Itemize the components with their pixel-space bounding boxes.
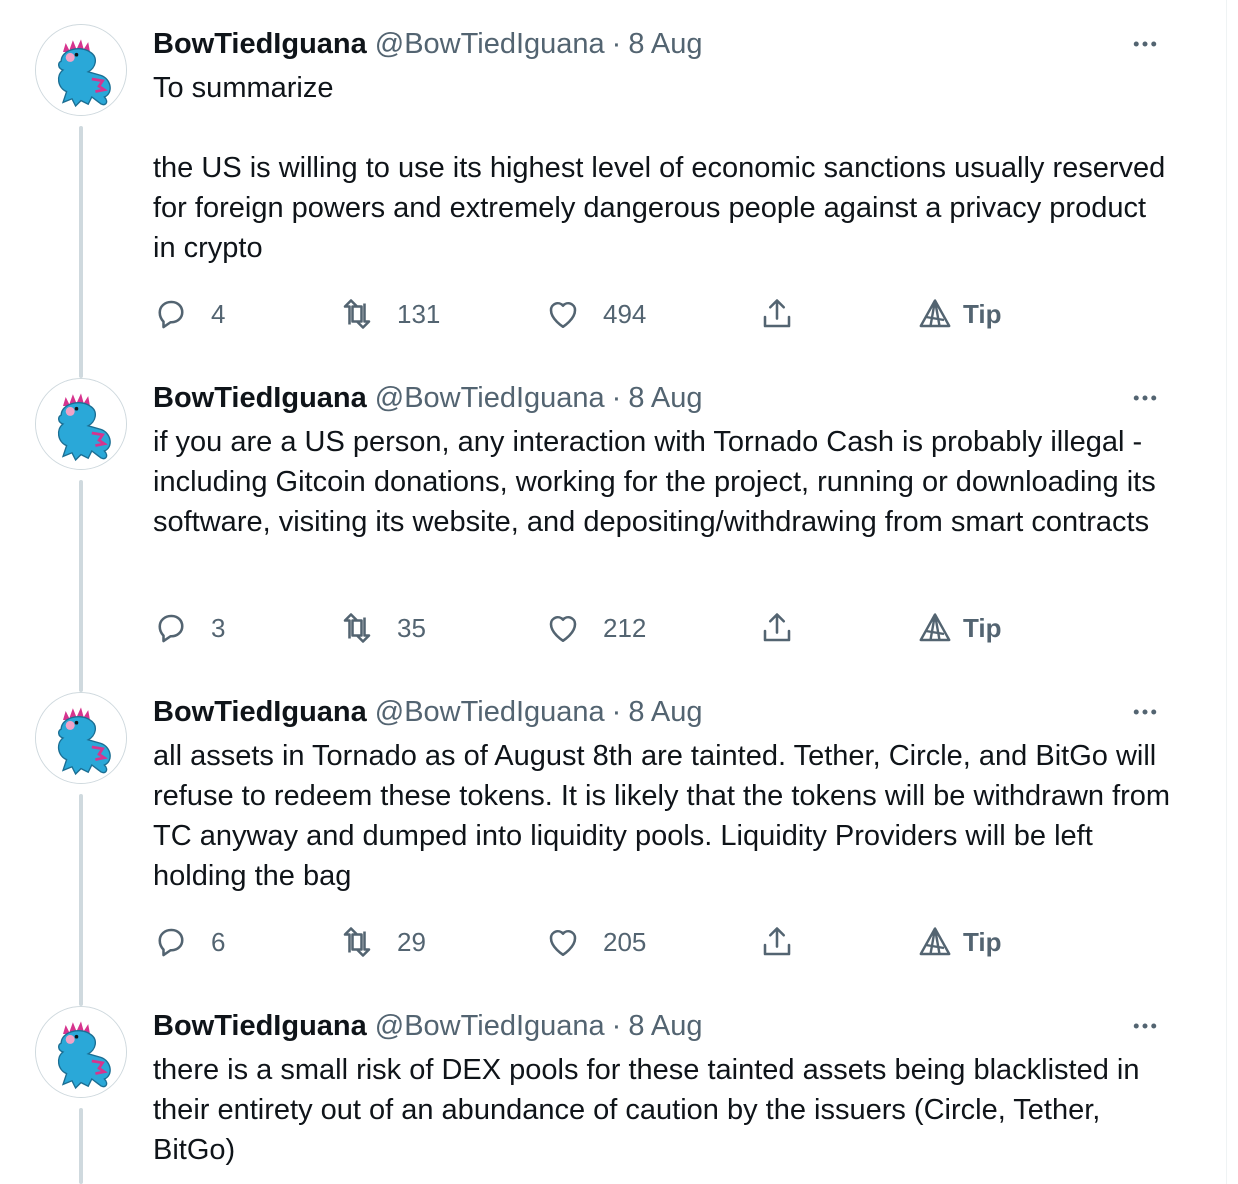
- tweet-text: there is a small risk of DEX pools for t…: [153, 1054, 1148, 1166]
- thread-line: [79, 480, 83, 692]
- tweet-text: all assets in Tornado as of August 8th a…: [153, 740, 1178, 892]
- reply-icon: [158, 300, 184, 329]
- author-handle[interactable]: @BowTiedIguana: [375, 696, 605, 729]
- separator: ·: [611, 695, 622, 728]
- tweet-header: BowTiedIguana @BowTiedIguana · 8 Aug: [153, 692, 703, 732]
- share-icon: [763, 299, 791, 328]
- author-handle[interactable]: @BowTiedIguana: [375, 1010, 605, 1043]
- tip-button[interactable]: Tip: [917, 922, 1002, 962]
- tweet-date[interactable]: 8 Aug: [628, 1010, 702, 1043]
- tweet-date[interactable]: 8 Aug: [628, 28, 702, 61]
- tweet-header: BowTiedIguana @BowTiedIguana · 8 Aug: [153, 24, 703, 64]
- author-name[interactable]: BowTiedIguana: [153, 28, 367, 61]
- like-button[interactable]: 494: [545, 294, 646, 334]
- reply-icon: [158, 614, 184, 643]
- share-button[interactable]: [759, 922, 795, 962]
- tweet-actions: 3 35 212 Tip: [153, 608, 1153, 648]
- tip-icon: [919, 299, 951, 328]
- like-button[interactable]: 212: [545, 608, 646, 648]
- tweet-text: if you are a US person, any interaction …: [153, 426, 1164, 538]
- share-button[interactable]: [759, 608, 795, 648]
- tip-icon: [919, 927, 951, 956]
- avatar[interactable]: [35, 692, 127, 784]
- more-icon: [1133, 395, 1157, 401]
- iguana-icon: [36, 25, 126, 115]
- heart-icon: [549, 301, 577, 329]
- reply-button[interactable]: 4: [153, 294, 225, 334]
- tip-button[interactable]: Tip: [917, 294, 1002, 334]
- retweet-count: 29: [397, 926, 426, 957]
- reply-count: 6: [211, 926, 226, 957]
- share-button[interactable]: [759, 294, 795, 334]
- retweet-icon: [343, 299, 371, 329]
- thread-line: [79, 126, 83, 378]
- more-icon: [1133, 1023, 1157, 1029]
- like-count: 212: [603, 612, 647, 643]
- more-icon: [1133, 709, 1157, 715]
- iguana-icon: [36, 1007, 126, 1097]
- thread-line: [79, 794, 83, 1006]
- thread-line: [79, 1108, 83, 1184]
- separator: ·: [611, 381, 622, 414]
- like-count: 205: [603, 926, 647, 957]
- heart-icon: [549, 615, 577, 643]
- tweet-date[interactable]: 8 Aug: [628, 696, 702, 729]
- share-icon: [763, 613, 791, 642]
- avatar[interactable]: [35, 1006, 127, 1098]
- tweet-text: To summarize the US is willing to use it…: [153, 72, 1166, 264]
- reply-icon: [158, 928, 184, 957]
- author-handle[interactable]: @BowTiedIguana: [375, 382, 605, 415]
- retweet-button[interactable]: 131: [339, 294, 440, 334]
- tip-label: Tip: [963, 298, 1002, 329]
- like-count: 494: [603, 298, 647, 329]
- tweet-actions: 4 131 494 Tip: [153, 294, 1153, 334]
- column-border: [1226, 0, 1227, 1184]
- more-options-button[interactable]: [1128, 692, 1162, 732]
- avatar[interactable]: [35, 24, 127, 116]
- reply-count: 3: [211, 612, 226, 643]
- reply-button[interactable]: 6: [153, 922, 225, 962]
- retweet-button[interactable]: 29: [339, 922, 426, 962]
- author-handle[interactable]: @BowTiedIguana: [375, 28, 605, 61]
- tip-button[interactable]: Tip: [917, 608, 1002, 648]
- iguana-icon: [36, 379, 126, 469]
- tweet-date[interactable]: 8 Aug: [628, 382, 702, 415]
- retweet-icon: [343, 613, 371, 643]
- tip-label: Tip: [963, 612, 1002, 643]
- author-name[interactable]: BowTiedIguana: [153, 696, 367, 729]
- separator: ·: [611, 1009, 622, 1042]
- retweet-count: 131: [397, 298, 441, 329]
- heart-icon: [549, 929, 577, 957]
- tweet[interactable]: BowTiedIguana @BowTiedIguana · 8 Aug if …: [0, 378, 1226, 698]
- share-icon: [763, 927, 791, 956]
- reply-count: 4: [211, 298, 226, 329]
- tweet-header: BowTiedIguana @BowTiedIguana · 8 Aug: [153, 1006, 703, 1046]
- tweet-actions: 6 29 205 Tip: [153, 922, 1153, 962]
- tip-label: Tip: [963, 926, 1002, 957]
- separator: ·: [611, 27, 622, 60]
- more-options-button[interactable]: [1128, 1006, 1162, 1046]
- retweet-button[interactable]: 35: [339, 608, 426, 648]
- author-name[interactable]: BowTiedIguana: [153, 1010, 367, 1043]
- more-options-button[interactable]: [1128, 24, 1162, 64]
- avatar[interactable]: [35, 378, 127, 470]
- tweet[interactable]: BowTiedIguana @BowTiedIguana · 8 Aug To …: [0, 24, 1226, 384]
- more-icon: [1133, 41, 1157, 47]
- tweet[interactable]: BowTiedIguana @BowTiedIguana · 8 Aug the…: [0, 1006, 1226, 1184]
- like-button[interactable]: 205: [545, 922, 646, 962]
- tweet-header: BowTiedIguana @BowTiedIguana · 8 Aug: [153, 378, 703, 418]
- iguana-icon: [36, 693, 126, 783]
- retweet-count: 35: [397, 612, 426, 643]
- more-options-button[interactable]: [1128, 378, 1162, 418]
- tweet[interactable]: BowTiedIguana @BowTiedIguana · 8 Aug all…: [0, 692, 1226, 1012]
- tip-icon: [919, 613, 951, 642]
- author-name[interactable]: BowTiedIguana: [153, 382, 367, 415]
- reply-button[interactable]: 3: [153, 608, 225, 648]
- retweet-icon: [343, 927, 371, 957]
